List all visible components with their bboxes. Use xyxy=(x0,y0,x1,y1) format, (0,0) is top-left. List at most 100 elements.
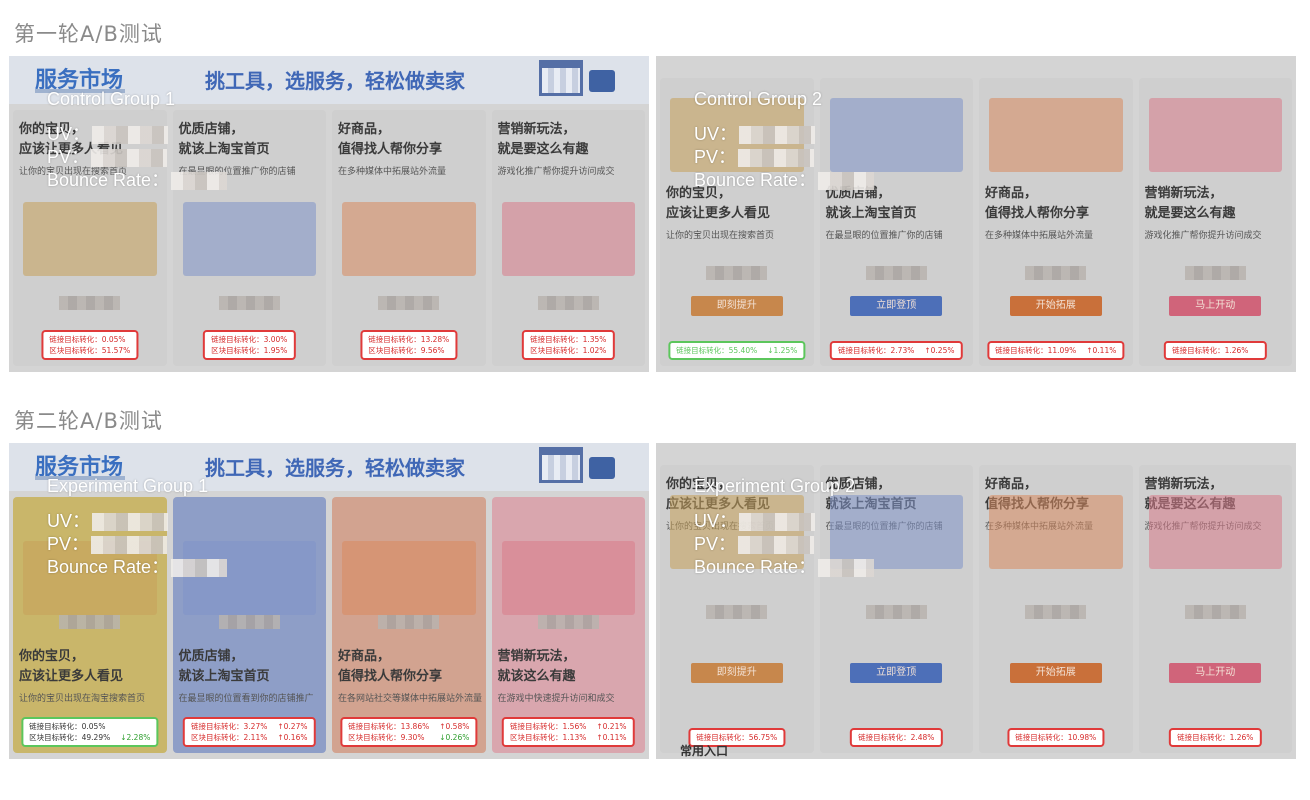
promo-card[interactable]: 好商品， 值得找人帮你分享在多种媒体中拓展站外流量开始拓展链接目标转化：10.9… xyxy=(979,465,1133,753)
block-conversion-delta: ↑0.16% xyxy=(277,733,308,742)
card-cta-button[interactable]: 马上开动 xyxy=(1169,663,1262,683)
blurred-metric xyxy=(59,615,121,629)
promo-card[interactable]: 好商品， 值得找人帮你分享 在多种媒体中拓展站外流量 开始拓展 链接目标转化：11.0… xyxy=(979,78,1133,366)
promo-card[interactable]: 营销新玩法， 就是要这么有趣游戏化推广帮你提升访问成交马上开动链接目标转化：1.… xyxy=(1138,78,1292,366)
block-conversion-delta: ↓0.26% xyxy=(439,733,470,742)
pv-redacted-value xyxy=(91,535,168,554)
bounce-rate-label: Bounce Rate： xyxy=(47,170,170,190)
blurred-metric xyxy=(1025,605,1087,619)
conversion-tag: 链接目标转化：10.98% xyxy=(1007,728,1105,747)
card-illustration xyxy=(989,98,1123,172)
card-cta-button[interactable]: 开始拓展 xyxy=(1009,663,1102,683)
link-conversion-delta: ↑0.58% xyxy=(439,722,470,731)
bounce-rate-label: Bounce Rate： xyxy=(47,557,170,577)
card-illustration xyxy=(342,541,476,615)
blurred-metric xyxy=(378,615,440,629)
block-conversion-label: 区块目标转化：51.57% xyxy=(49,346,131,355)
block-conversion-label: 区块目标转化：1.02% xyxy=(530,346,607,355)
uv-metric: UV： xyxy=(694,510,874,533)
conversion-tag: 链接目标转化：1.26% xyxy=(1164,341,1267,360)
card-illustration xyxy=(501,541,635,615)
card-subtitle: 让你的宝贝出现在搜索首页 xyxy=(666,231,775,241)
group-metrics-overlay: Experiment Group 1 UV： PV： Bounce Rate： xyxy=(47,475,228,579)
link-conversion-label: 链接目标转化：0.05% xyxy=(49,335,126,344)
promo-card[interactable]: 营销新玩法， 就是要这么有趣 游戏化推广帮你提升访问成交 链接目标转化：1.35% 区… xyxy=(491,110,645,366)
card-illustration xyxy=(182,202,316,276)
card-cta-button[interactable]: 开始拓展 xyxy=(1009,296,1102,316)
briefcase-icon xyxy=(589,457,615,479)
card-subtitle: 游戏化推广帮你提升访问成交 xyxy=(497,167,615,177)
blurred-metric xyxy=(537,615,599,629)
group-metrics-overlay: Experiment Group 2 UV： PV： Bounce Rate： xyxy=(694,475,875,579)
card-headline: 好商品， 值得找人帮你分享 xyxy=(985,186,1090,221)
card-illustration xyxy=(1148,495,1282,569)
block-conversion-label: 区块目标转化：1.95% xyxy=(211,346,288,355)
test-panel-1: 服务市场 挑工具，选服务，轻松做卖家 你的宝贝， 应该让更多人看见 让你的宝贝出现在搜… xyxy=(9,56,649,372)
link-conversion-label: 链接目标转化：55.40% xyxy=(676,346,758,355)
conversion-tag: 链接目标转化：1.56% ↑0.21% 区块目标转化：1.13% ↑0.11% xyxy=(502,717,635,747)
bounce-rate-label: Bounce Rate： xyxy=(694,557,817,577)
promo-card[interactable]: 好商品， 值得找人帮你分享 在多种媒体中拓展站外流量 链接目标转化：13.28% 区块… xyxy=(332,110,486,366)
link-conversion-label: 链接目标转化：2.48% xyxy=(858,733,935,742)
link-conversion-delta: ↑0.11% xyxy=(1086,346,1117,355)
blurred-metric xyxy=(1184,605,1246,619)
card-cta-button[interactable]: 立即登顶 xyxy=(850,663,943,683)
card-headline: 营销新玩法， 就是要这么有趣 xyxy=(1144,186,1236,221)
conversion-tag: 链接目标转化：1.35% 区块目标转化：1.02% xyxy=(522,330,615,360)
pv-metric: PV： xyxy=(47,146,227,169)
card-cta-button[interactable]: 立即登顶 xyxy=(850,296,943,316)
link-conversion-label: 链接目标转化：1.26% xyxy=(1177,733,1254,742)
link-conversion-delta: ↑0.27% xyxy=(277,722,308,731)
uv-metric: UV： xyxy=(47,510,227,533)
storefront-icon xyxy=(539,447,583,483)
promo-card[interactable]: 好商品， 值得找人帮你分享 在各网站社交等媒体中拓展站外流量 链接目标转化：13.8… xyxy=(332,497,486,753)
pv-label: PV： xyxy=(694,147,737,167)
bounce-rate-label: Bounce Rate： xyxy=(694,170,817,190)
card-illustration xyxy=(23,202,157,276)
bounce-rate-metric: Bounce Rate： xyxy=(694,169,875,192)
link-conversion-label: 链接目标转化：1.26% xyxy=(1172,346,1249,355)
card-illustration xyxy=(989,495,1123,569)
link-conversion-label: 链接目标转化：10.98% xyxy=(1015,733,1097,742)
pv-redacted-value xyxy=(738,148,815,167)
group-metrics-overlay: Control Group 1 UV： PV： Bounce Rate： xyxy=(47,88,228,192)
blurred-metric xyxy=(706,266,768,280)
card-cta-button[interactable]: 马上开动 xyxy=(1169,296,1262,316)
bounce-rate-metric: Bounce Rate： xyxy=(47,169,228,192)
pv-label: PV： xyxy=(47,147,90,167)
bounce-rate-redacted-value xyxy=(818,171,875,190)
card-subtitle: 让你的宝贝出现在淘宝搜索首页 xyxy=(19,694,146,704)
card-subtitle: 在各网站社交等媒体中拓展站外流量 xyxy=(338,694,482,704)
block-conversion-label: 区块目标转化：9.30% xyxy=(348,733,425,742)
uv-label: UV： xyxy=(694,511,738,531)
card-subtitle: 在最显眼的位置推广你的店铺 xyxy=(825,231,943,241)
blurred-metric xyxy=(378,296,440,310)
group-name: Experiment Group 2 xyxy=(694,476,856,496)
test-panel-2: 你的宝贝， 应该让更多人看见 让你的宝贝出现在搜索首页 即刻提升 链接目标转化：55.… xyxy=(656,56,1296,372)
link-conversion-label: 链接目标转化：13.28% xyxy=(368,335,450,344)
block-conversion-label: 区块目标转化：2.11% xyxy=(191,733,268,742)
round-1-title: 第一轮A/B测试 xyxy=(14,22,163,46)
bounce-rate-redacted-value xyxy=(171,558,228,577)
conversion-tag: 链接目标转化：13.86% ↑0.58% 区块目标转化：9.30% ↓0.26% xyxy=(340,717,478,747)
test-panel-4: 你的宝贝， 应该让更多人看见让你的宝贝出现在搜索首页即刻提升链接目标转化：56.… xyxy=(656,443,1296,759)
promo-card[interactable]: 营销新玩法， 就是要这么有趣游戏化推广帮你提升访问成交马上开动链接目标转化：1.… xyxy=(1138,465,1292,753)
promo-card[interactable]: 营销新玩法， 就该这么有趣 在游戏中快速提升访问和成交 链接目标转化：1.56% ↑0… xyxy=(491,497,645,753)
link-conversion-label: 链接目标转化：3.00% xyxy=(211,335,288,344)
card-subtitle: 在多种媒体中拓展站外流量 xyxy=(985,231,1094,241)
conversion-tag: 链接目标转化：1.26% xyxy=(1169,728,1262,747)
pv-metric: PV： xyxy=(694,146,874,169)
block-conversion-delta: ↓2.28% xyxy=(120,733,151,742)
banner-slogan: 挑工具，选服务，轻松做卖家 xyxy=(205,456,465,480)
card-cta-button[interactable]: 即刻提升 xyxy=(690,663,783,683)
link-conversion-label: 链接目标转化：13.86% xyxy=(348,722,430,731)
blurred-metric xyxy=(865,266,927,280)
blurred-metric xyxy=(1184,266,1246,280)
link-conversion-label: 链接目标转化：1.56% xyxy=(510,722,587,731)
card-cta-button[interactable]: 即刻提升 xyxy=(690,296,783,316)
group-name: Control Group 2 xyxy=(694,89,823,109)
card-subtitle: 在游戏中快速提升访问和成交 xyxy=(497,694,615,704)
card-subtitle: 在最显眼的位置看到你的店铺推广 xyxy=(178,694,314,704)
briefcase-icon xyxy=(589,70,615,92)
link-conversion-delta: ↓1.25% xyxy=(767,346,798,355)
